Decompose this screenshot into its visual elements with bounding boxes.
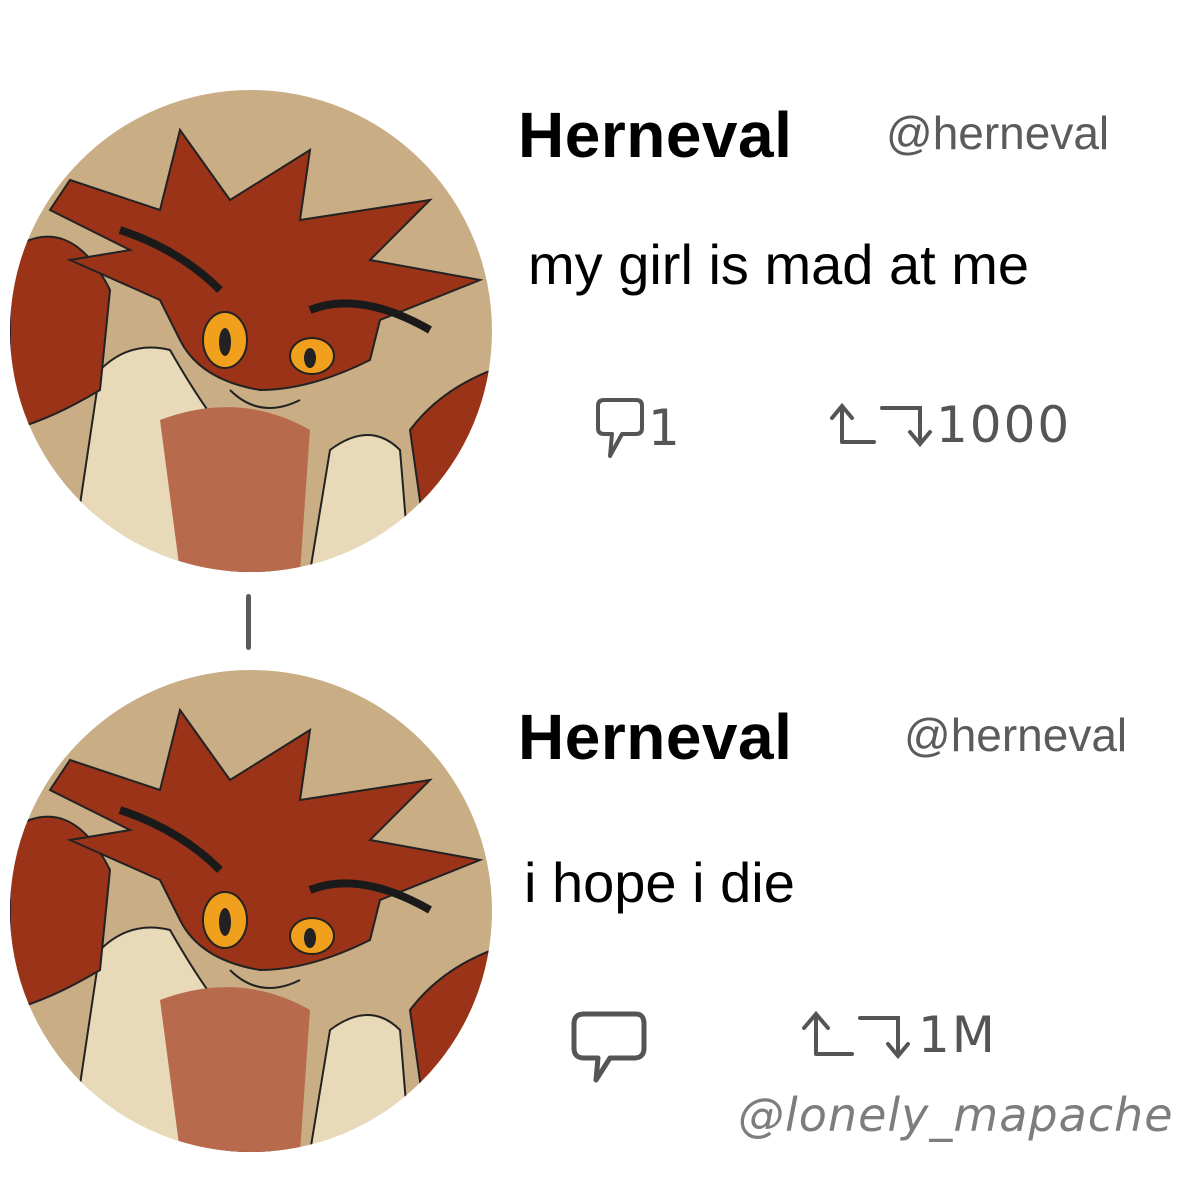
reply-icon <box>596 398 644 458</box>
retweet-button[interactable]: 1000 <box>826 396 1071 454</box>
tweet-handle[interactable]: @herneval <box>904 708 1127 762</box>
reply-icon <box>571 1011 647 1083</box>
tweet-text: i hope i die <box>524 851 795 914</box>
avatar[interactable] <box>10 670 492 1152</box>
tweet-text: my girl is mad at me <box>528 233 1029 296</box>
tweet-handle[interactable]: @herneval <box>886 106 1109 160</box>
thread-connector <box>246 594 251 650</box>
reply-button[interactable] <box>570 1004 654 1084</box>
tweet-display-name[interactable]: Herneval <box>518 700 792 774</box>
retweet-count: 1M <box>918 1006 997 1064</box>
artist-signature: @lonely_mapache <box>738 1088 1174 1142</box>
retweet-icon <box>802 1010 910 1060</box>
retweet-count: 1000 <box>936 396 1072 454</box>
reply-count: 1 <box>648 399 682 457</box>
retweet-button[interactable]: 1M <box>798 1006 997 1064</box>
avatar-illustration <box>10 670 492 1152</box>
retweet-icon <box>830 402 932 448</box>
reply-button[interactable]: 1 <box>596 392 682 464</box>
avatar-illustration <box>10 90 492 572</box>
avatar[interactable] <box>10 90 492 572</box>
tweet-display-name[interactable]: Herneval <box>518 98 792 172</box>
